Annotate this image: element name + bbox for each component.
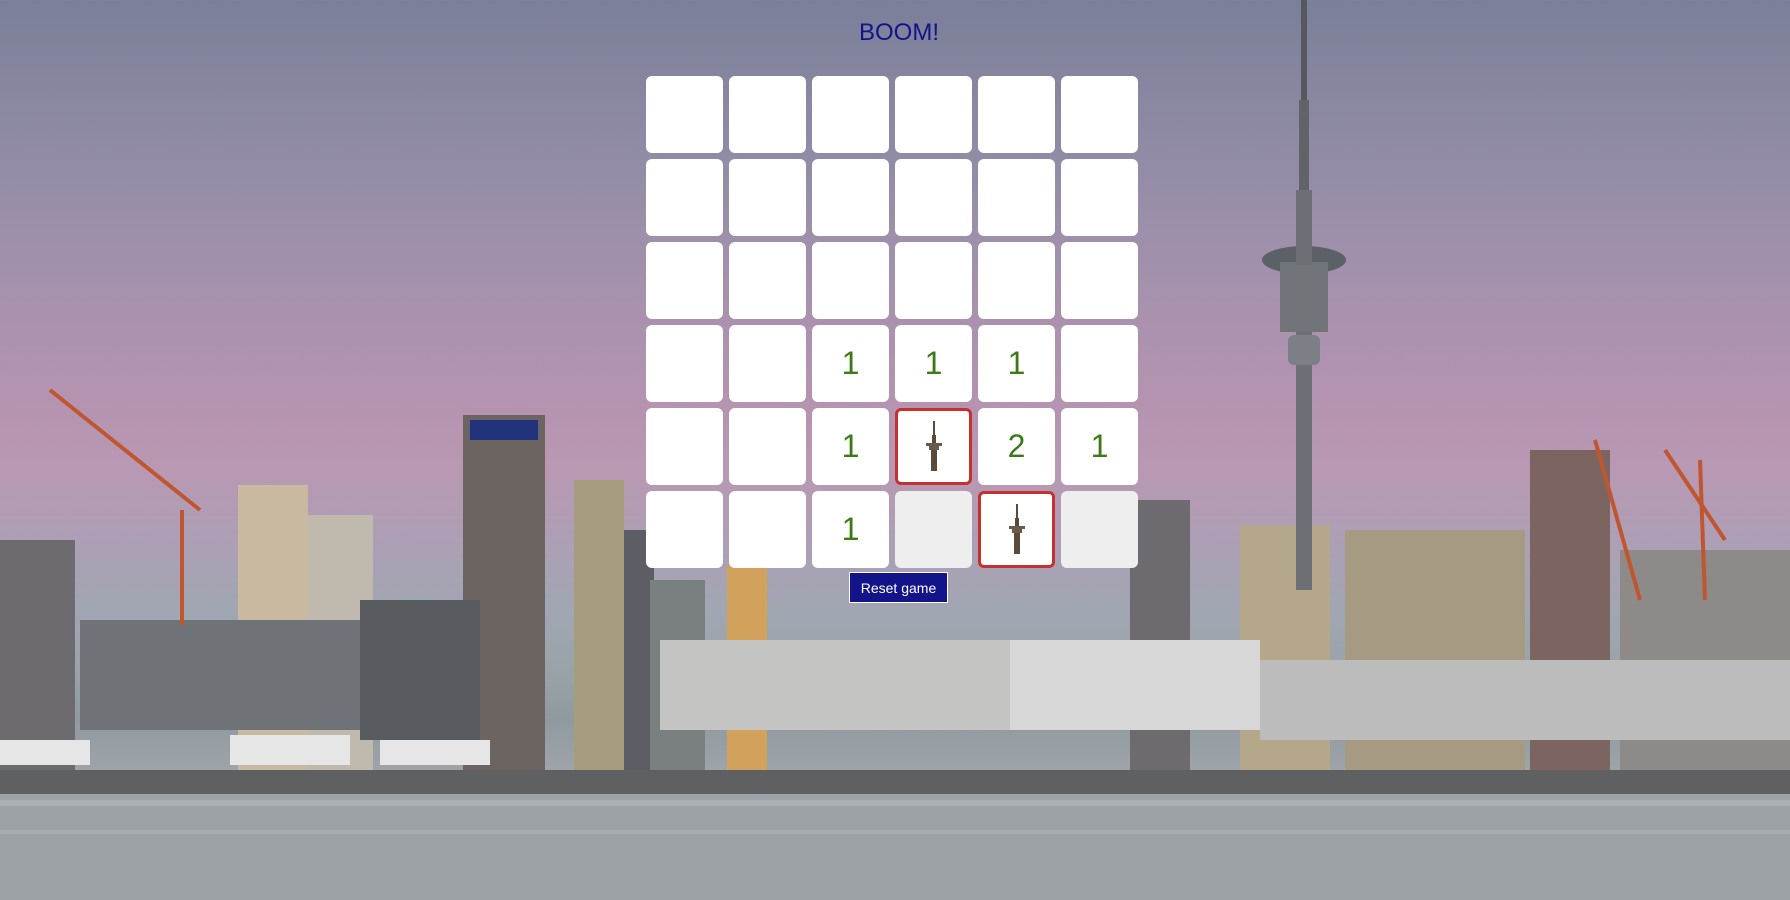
board-cell-r5-c0[interactable]: [646, 491, 723, 568]
board-cell-r4-c4[interactable]: 2: [978, 408, 1055, 485]
board-cell-r0-c3[interactable]: [895, 76, 972, 153]
board-cell-r5-c5[interactable]: [1061, 491, 1138, 568]
board-cell-r4-c5[interactable]: 1: [1061, 408, 1138, 485]
board-cell-r3-c3[interactable]: 1: [895, 325, 972, 402]
sky-tower-icon: [1008, 503, 1025, 554]
board-cell-r5-c2[interactable]: 1: [812, 491, 889, 568]
board-cell-r4-c2[interactable]: 1: [812, 408, 889, 485]
board-cell-r1-c2[interactable]: [812, 159, 889, 236]
board-cell-r4-c0[interactable]: [646, 408, 723, 485]
game-status-title: BOOM!: [858, 19, 939, 46]
board-cell-r0-c4[interactable]: [978, 76, 1055, 153]
board-cell-r3-c2[interactable]: 1: [812, 325, 889, 402]
board-cell-r1-c1[interactable]: [729, 159, 806, 236]
board-cell-r3-c1[interactable]: [729, 325, 806, 402]
board-cell-r0-c5[interactable]: [1061, 76, 1138, 153]
board-cell-r2-c5[interactable]: [1061, 242, 1138, 319]
board-cell-r0-c1[interactable]: [729, 76, 806, 153]
reset-game-button[interactable]: Reset game: [849, 572, 948, 603]
board-cell-r1-c5[interactable]: [1061, 159, 1138, 236]
board-cell-r5-c4[interactable]: [978, 491, 1055, 568]
board-cell-r0-c2[interactable]: [812, 76, 889, 153]
board-cell-r3-c4[interactable]: 1: [978, 325, 1055, 402]
board-cell-r2-c0[interactable]: [646, 242, 723, 319]
board-cell-r2-c3[interactable]: [895, 242, 972, 319]
board-cell-r2-c1[interactable]: [729, 242, 806, 319]
board-cell-r1-c0[interactable]: [646, 159, 723, 236]
board-cell-r0-c0[interactable]: [646, 76, 723, 153]
board-cell-r1-c4[interactable]: [978, 159, 1055, 236]
board-cell-r2-c2[interactable]: [812, 242, 889, 319]
sky-tower-icon: [925, 420, 942, 471]
minesweeper-board: 1111211: [646, 76, 1140, 570]
board-cell-r4-c1[interactable]: [729, 408, 806, 485]
board-cell-r2-c4[interactable]: [978, 242, 1055, 319]
board-cell-r4-c3[interactable]: [895, 408, 972, 485]
board-cell-r5-c1[interactable]: [729, 491, 806, 568]
board-cell-r3-c5[interactable]: [1061, 325, 1138, 402]
board-cell-r5-c3[interactable]: [895, 491, 972, 568]
board-cell-r3-c0[interactable]: [646, 325, 723, 402]
board-cell-r1-c3[interactable]: [895, 159, 972, 236]
